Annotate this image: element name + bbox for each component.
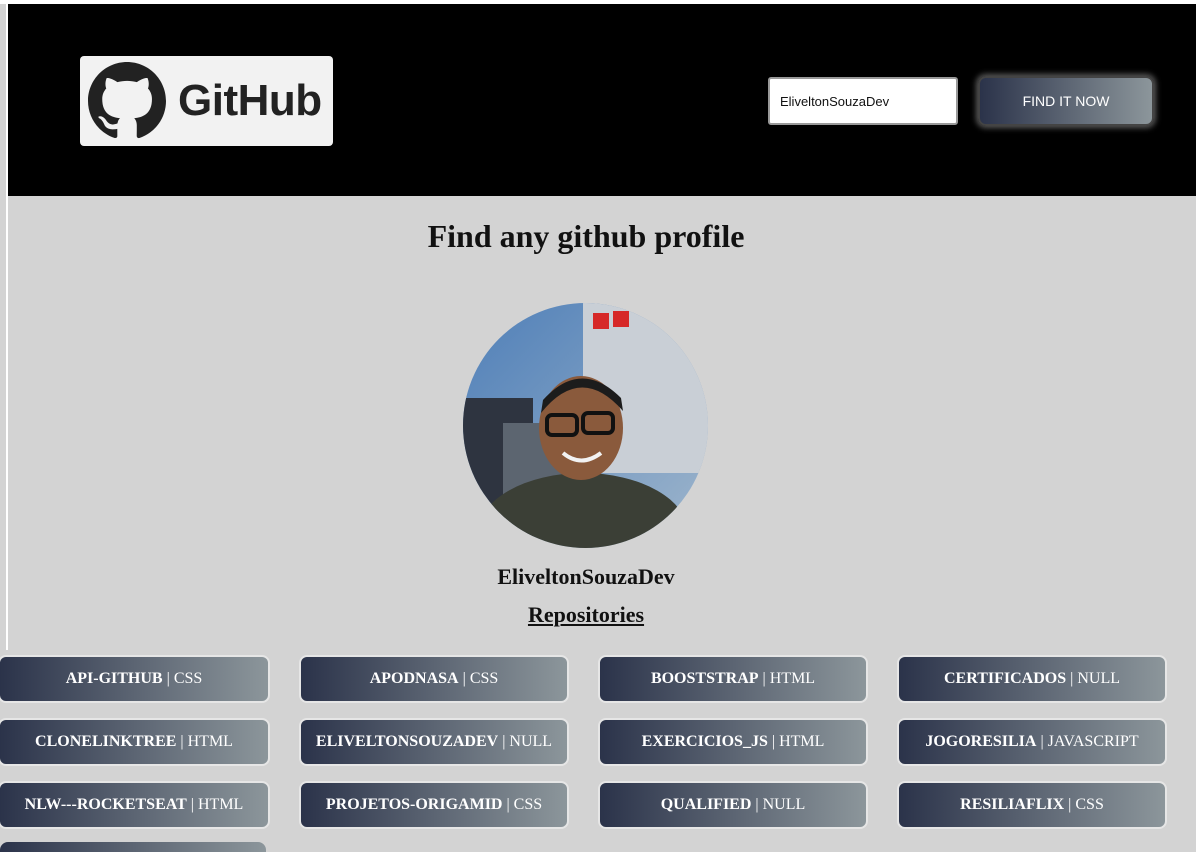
- repo-name: RESILIAFLIX: [960, 796, 1065, 813]
- logo-text: GitHub: [178, 76, 322, 125]
- repo-separator: |: [771, 733, 776, 750]
- repo-name: NLW---ROCKETSEAT: [24, 796, 187, 813]
- repo-separator: |: [166, 670, 170, 687]
- repo-card[interactable]: NLW---ROCKETSEAT | HTML: [0, 781, 270, 829]
- repo-name: CLONELINKTREE: [35, 733, 177, 750]
- repo-card[interactable]: CERTIFICADOS | NULL: [897, 655, 1167, 703]
- repo-card[interactable]: CLONELINKTREE | HTML: [0, 718, 270, 766]
- repo-card[interactable]: APODNASA | CSS: [299, 655, 569, 703]
- repo-card[interactable]: ELIVELTONSOUZADEV | NULL: [299, 718, 569, 766]
- repo-separator: |: [502, 733, 506, 750]
- repo-separator: |: [1040, 733, 1044, 750]
- repository-grid: API-GITHUB | CSS APODNASA | CSS BOOSTSTRAP | H…: [0, 655, 1196, 829]
- repo-separator: |: [190, 796, 194, 813]
- repo-card-partial[interactable]: [0, 842, 266, 852]
- repo-separator: |: [506, 796, 510, 813]
- repositories-heading[interactable]: Repositories: [0, 602, 1172, 628]
- profile-username: EliveltonSouzaDev: [497, 564, 675, 589]
- repo-card[interactable]: RESILIAFLIX | CSS: [897, 781, 1167, 829]
- repo-card[interactable]: EXERCICIOS_JS | HTML: [598, 718, 868, 766]
- repo-name: CERTIFICADOS: [944, 670, 1067, 687]
- profile-avatar: [463, 303, 708, 548]
- repo-card[interactable]: JOGORESILIA | JAVASCRIPT: [897, 718, 1167, 766]
- repo-card[interactable]: BOOSTSTRAP | HTML: [598, 655, 868, 703]
- repo-name: API-GITHUB: [65, 670, 163, 687]
- repo-name: ELIVELTONSOUZADEV: [315, 733, 499, 750]
- repo-separator: |: [462, 670, 466, 687]
- repo-name: JOGORESILIA: [925, 733, 1037, 750]
- repo-language: HTML: [779, 733, 825, 750]
- repo-language: JAVASCRIPT: [1047, 733, 1139, 750]
- repo-name: PROJETOS-ORIGAMID: [325, 796, 503, 813]
- repo-language: CSS: [1075, 796, 1104, 813]
- repo-language: HTML: [769, 670, 816, 687]
- github-octocat-icon: [88, 62, 166, 139]
- avatar-photo: [463, 303, 708, 548]
- repo-name: QUALIFIED: [660, 796, 752, 813]
- repo-language: NULL: [762, 796, 806, 813]
- repo-language: CSS: [469, 670, 499, 687]
- repo-separator: |: [762, 670, 766, 687]
- github-logo: GitHub: [80, 56, 333, 146]
- repo-separator: |: [755, 796, 759, 813]
- repo-card[interactable]: PROJETOS-ORIGAMID | CSS: [299, 781, 569, 829]
- repo-separator: |: [1070, 670, 1074, 687]
- site-header: GitHub FIND IT NOW: [8, 4, 1196, 196]
- repo-language: CSS: [513, 796, 543, 813]
- repo-card[interactable]: API-GITHUB | CSS: [0, 655, 270, 703]
- repo-language: CSS: [173, 670, 203, 687]
- repo-name: APODNASA: [369, 670, 459, 687]
- repo-name: BOOSTSTRAP: [650, 670, 759, 687]
- repo-language: HTML: [187, 733, 233, 750]
- repo-name: EXERCICIOS_JS: [641, 733, 768, 750]
- repo-language: NULL: [509, 733, 553, 750]
- page-title: Find any github profile: [427, 218, 745, 254]
- repo-separator: |: [180, 733, 184, 750]
- username-search-input[interactable]: [768, 77, 958, 125]
- repo-language: NULL: [1077, 670, 1120, 687]
- repo-language: HTML: [197, 796, 244, 813]
- find-it-now-button[interactable]: FIND IT NOW: [978, 76, 1154, 126]
- repo-card[interactable]: QUALIFIED | NULL: [598, 781, 868, 829]
- repo-separator: |: [1068, 796, 1072, 813]
